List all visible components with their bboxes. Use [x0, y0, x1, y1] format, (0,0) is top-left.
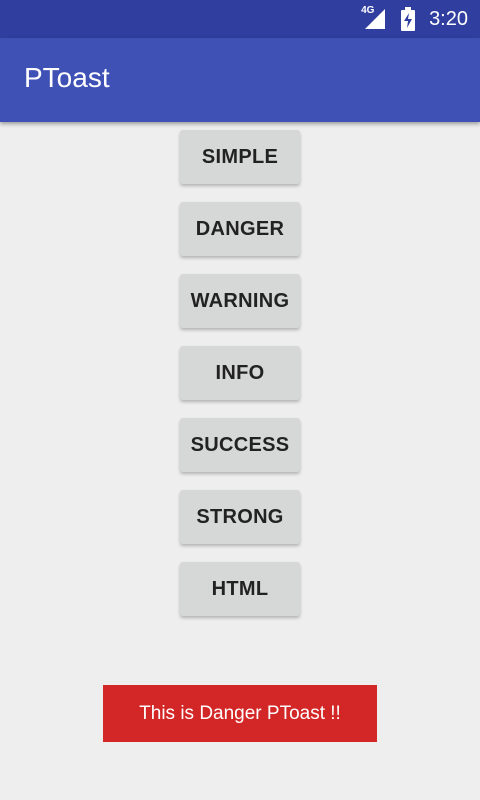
clock: 3:20: [429, 7, 468, 30]
html-button[interactable]: HTML: [180, 562, 300, 616]
simple-button[interactable]: SIMPLE: [180, 130, 300, 184]
strong-button[interactable]: STRONG: [180, 490, 300, 544]
status-icons: 4G 3:20: [361, 0, 468, 38]
danger-toast: This is Danger PToast !!: [103, 685, 377, 742]
status-bar: 4G 3:20: [0, 0, 480, 38]
toast-message: This is Danger PToast !!: [139, 702, 341, 724]
main-content: SIMPLE DANGER WARNING INFO SUCCESS STRON…: [0, 122, 480, 800]
danger-button[interactable]: DANGER: [180, 202, 300, 256]
app-bar: PToast: [0, 38, 480, 122]
info-button[interactable]: INFO: [180, 346, 300, 400]
app-title: PToast: [24, 62, 110, 93]
signal-icon: 4G: [361, 5, 387, 31]
success-button[interactable]: SUCCESS: [180, 418, 300, 472]
warning-button[interactable]: WARNING: [180, 274, 300, 328]
battery-charging-icon: [397, 7, 419, 31]
